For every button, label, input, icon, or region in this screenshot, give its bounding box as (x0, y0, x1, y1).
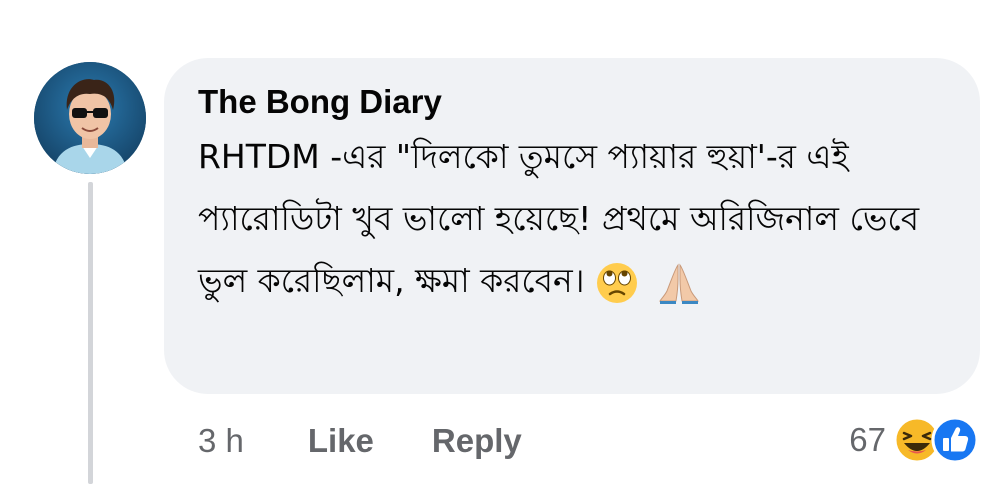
avatar[interactable] (34, 62, 146, 174)
reply-button[interactable]: Reply (432, 422, 522, 460)
face-with-rolling-eyes-icon (596, 262, 637, 303)
comment-bubble: The Bong Diary RHTDM -এর "দিলকো তুমসে প্… (164, 58, 980, 394)
reaction-count: 67 (849, 421, 886, 458)
comment-body: RHTDM -এর "দিলকো তুমসে প্যায়ার হুয়া'-র… (198, 126, 938, 312)
comment-actions: 3 h Like Reply (198, 416, 522, 466)
like-reaction-icon (931, 416, 979, 464)
comment-container: The Bong Diary RHTDM -এর "দিলকো তুমসে প্… (0, 0, 1000, 484)
comment-timestamp[interactable]: 3 h (198, 422, 244, 460)
like-button[interactable]: Like (308, 422, 374, 460)
reaction-icons (892, 415, 986, 465)
folded-hands-icon (658, 262, 699, 304)
avatar-image (34, 62, 146, 174)
comment-author[interactable]: The Bong Diary (198, 80, 946, 124)
reply-thread-line (88, 182, 93, 484)
reactions-summary[interactable]: 67 (849, 414, 986, 466)
comment-text: RHTDM -এর "দিলকো তুমসে প্যায়ার হুয়া'-র… (198, 137, 930, 300)
